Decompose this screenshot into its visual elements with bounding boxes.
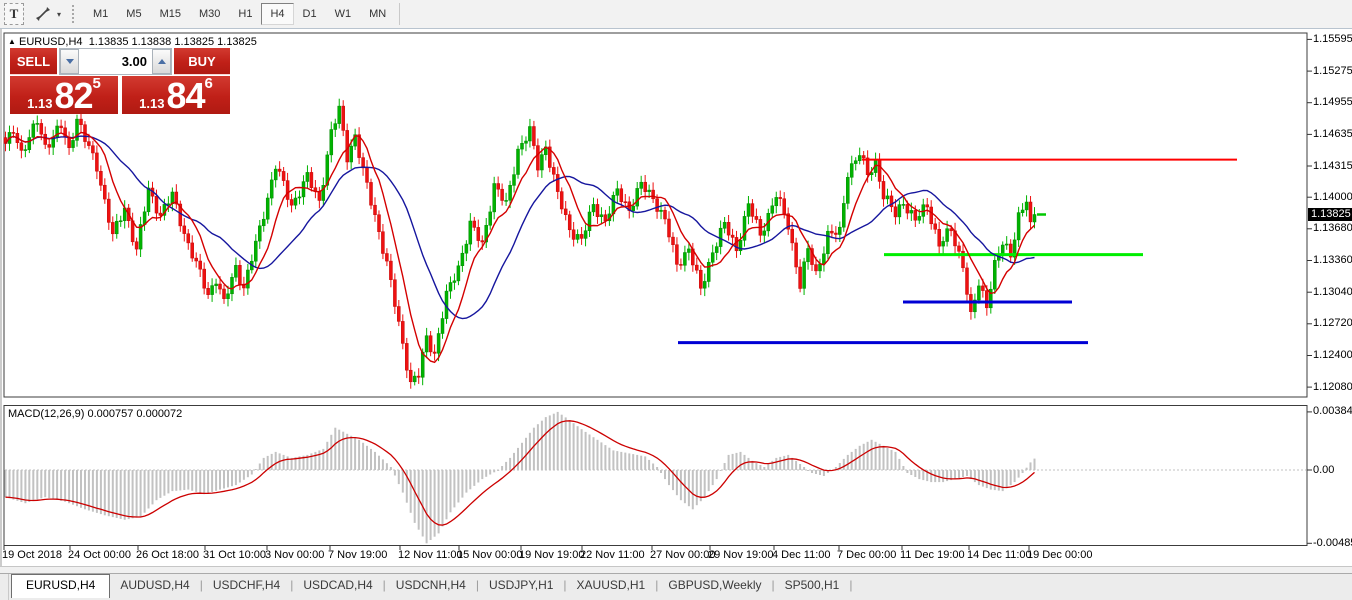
timeframe-button-mn[interactable]: MN (360, 3, 395, 25)
arrow-up-icon (157, 59, 166, 64)
tab-separator: | (849, 578, 853, 592)
macd-histogram (4, 411, 1036, 544)
macd-indicator-label: MACD(12,26,9) 0.000757 0.000072 (8, 408, 183, 420)
timeframe-button-d1[interactable]: D1 (294, 3, 326, 25)
chart-tab-usdjpy-h1[interactable]: USDJPY,H1 (479, 574, 563, 596)
time-axis-label: 27 Nov 00:00 (650, 549, 716, 561)
macd-axis-label: 0.003847 (1313, 405, 1352, 417)
time-axis-label: 11 Dec 19:00 (900, 549, 965, 561)
chart-tab-usdcnh-h4[interactable]: USDCNH,H4 (386, 574, 476, 596)
buy-price-big: 84 (166, 75, 205, 116)
price-axis-label: 1.12080 (1313, 381, 1352, 393)
current-price-tag: 1.13825 (1308, 208, 1352, 221)
cursor-tool-button[interactable] (32, 4, 54, 24)
timeframe-buttons: M1 M5 M15 M30 H1 H4 D1 W1 MN (84, 3, 395, 25)
toolbar-grip[interactable] (72, 5, 78, 23)
volume-input[interactable] (79, 49, 152, 74)
time-axis-label: 24 Oct 00:00 (68, 549, 131, 561)
price-axis-label: 1.12720 (1313, 317, 1352, 329)
price-axis-label: 1.14315 (1313, 160, 1352, 172)
sell-price-prefix: 1.13 (27, 96, 53, 111)
sell-price-sup: 5 (92, 75, 101, 92)
price-axis-label: 1.13040 (1313, 286, 1352, 298)
chart-tab-audusd-h4[interactable]: AUDUSD,H4 (110, 574, 199, 596)
timeframe-button-w1[interactable]: W1 (326, 3, 361, 25)
price-axis-label: 1.13680 (1313, 222, 1352, 234)
price-axis-label: 1.14635 (1313, 128, 1352, 140)
time-axis-label: 15 Nov 00:00 (457, 549, 523, 561)
chart-tab-bar: EURUSD,H4 AUDUSD,H4 | USDCHF,H4 | USDCAD,H4 | U… (0, 573, 1352, 600)
sell-price-big: 82 (54, 75, 93, 116)
cursor-dropdown-icon[interactable]: ▾ (54, 4, 64, 24)
time-axis-label: 31 Oct 10:00 (203, 549, 266, 561)
one-click-trading-panel: SELL BUY 1.13 82 5 1.13 84 6 (10, 48, 230, 114)
chart-header: ▲ EURUSD,H4 1.13835 1.13838 1.13825 1.13… (8, 36, 257, 48)
mt4-terminal: T ▾ M1 M5 M15 M30 H1 H4 D1 W1 MN ▲ EURUSD,H4 1.1… (0, 0, 1352, 600)
time-axis-label: 12 Nov 11:00 (398, 549, 463, 561)
buy-price-sup: 6 (204, 75, 213, 92)
chart-tab-xauusd-h1[interactable]: XAUUSD,H1 (567, 574, 656, 596)
time-axis-label: 22 Nov 11:00 (580, 549, 645, 561)
ma-fast-line[interactable] (4, 131, 1035, 364)
price-axis-label: 1.12400 (1313, 349, 1352, 361)
timeframe-button-h4[interactable]: H4 (261, 3, 294, 25)
toolbar-separator (399, 3, 401, 25)
time-axis-label: 19 Dec 00:00 (1027, 549, 1093, 561)
time-axis-label: 19 Oct 2018 (2, 549, 62, 561)
chart-tab-gbpusd-weekly[interactable]: GBPUSD,Weekly (658, 574, 771, 596)
sell-button[interactable]: SELL (10, 48, 57, 75)
sell-price-display[interactable]: 1.13 82 5 (10, 76, 118, 114)
chart-tab-usdcad-h4[interactable]: USDCAD,H4 (293, 574, 382, 596)
chart-ohlc-values: 1.13835 1.13838 1.13825 1.13825 (88, 36, 257, 48)
volume-increase-button[interactable] (152, 49, 171, 74)
tab-bar-grip (0, 574, 9, 600)
time-axis-label: 19 Nov 19:00 (519, 549, 585, 561)
double-arrow-icon (36, 7, 50, 21)
time-axis-label: 3 Nov 00:00 (265, 549, 325, 561)
timeframe-button-m5[interactable]: M5 (117, 3, 150, 25)
price-axis-label: 1.14000 (1313, 191, 1352, 203)
chart-symbol-period: EURUSD,H4 (18, 36, 83, 48)
chart-expand-icon[interactable]: ▲ (8, 37, 16, 46)
buy-price-prefix: 1.13 (139, 96, 165, 111)
volume-stepper (59, 48, 172, 75)
macd-axis-label: 0.00 (1313, 464, 1335, 476)
chart-tab-sp500-h1[interactable]: SP500,H1 (775, 574, 850, 596)
buy-price-display[interactable]: 1.13 84 6 (122, 76, 230, 114)
chart-tab-usdchf-h4[interactable]: USDCHF,H4 (203, 574, 290, 596)
text-tool-button[interactable]: T (4, 3, 24, 25)
price-axis-label: 1.15275 (1313, 65, 1352, 77)
timeframe-button-m1[interactable]: M1 (84, 3, 117, 25)
timeframe-button-h1[interactable]: H1 (229, 3, 261, 25)
timeframe-button-m15[interactable]: M15 (151, 3, 190, 25)
time-axis-label: 7 Nov 19:00 (328, 549, 388, 561)
time-axis-label: 29 Nov 19:00 (708, 549, 774, 561)
macd-axis-label: -0.004856 (1313, 537, 1352, 549)
toolbar: T ▾ M1 M5 M15 M30 H1 H4 D1 W1 MN (0, 0, 1352, 29)
timeframe-button-m30[interactable]: M30 (190, 3, 229, 25)
arrow-down-icon (65, 59, 74, 64)
price-axis-label: 1.13360 (1313, 254, 1352, 266)
price-axis-label: 1.15595 (1313, 33, 1352, 45)
buy-button[interactable]: BUY (174, 48, 230, 75)
time-axis-label: 4 Dec 11:00 (772, 549, 831, 561)
candlesticks[interactable] (3, 98, 1037, 389)
volume-decrease-button[interactable] (60, 49, 79, 74)
time-axis-label: 14 Dec 11:00 (967, 549, 1032, 561)
time-axis-label: 7 Dec 00:00 (837, 549, 897, 561)
price-axis-label: 1.14955 (1313, 96, 1352, 108)
chart-tab-eurusd-h4[interactable]: EURUSD,H4 (11, 574, 111, 598)
time-axis-label: 26 Oct 18:00 (136, 549, 199, 561)
